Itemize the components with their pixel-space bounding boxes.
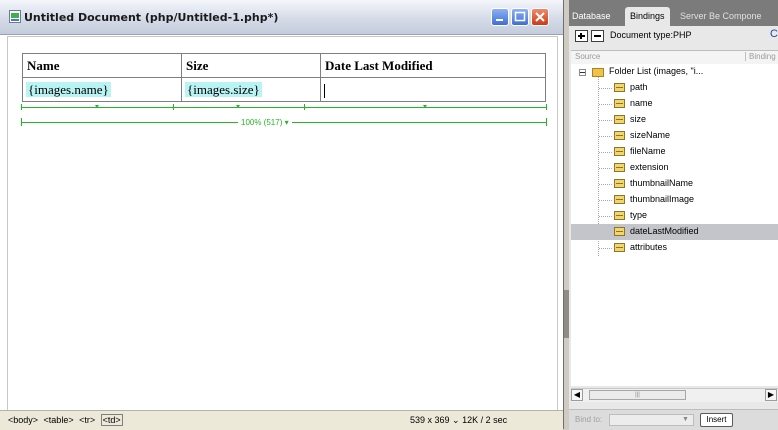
tree-item-thumbnailimage[interactable]: thumbnailImage xyxy=(571,192,778,208)
window-title: Untitled Document (php/Untitled-1.php*) xyxy=(24,11,279,24)
table-width-label[interactable]: 100% (517) ▾ xyxy=(238,118,292,127)
design-view[interactable]: Name Size Date Last Modified {images.nam… xyxy=(7,36,558,411)
tree-item-filename[interactable]: fileName xyxy=(571,144,778,160)
table-cell-active[interactable] xyxy=(320,77,546,102)
tree-item-name[interactable]: name xyxy=(571,96,778,112)
field-icon xyxy=(614,179,625,188)
chevron-down-icon[interactable]: ▼ xyxy=(682,416,689,423)
field-icon xyxy=(614,131,625,140)
plus-icon-vertical xyxy=(580,33,582,39)
field-icon xyxy=(614,163,625,172)
collapse-toggle-icon[interactable] xyxy=(579,69,586,76)
minimize-button[interactable] xyxy=(491,8,509,26)
title-bar[interactable]: Untitled Document (php/Untitled-1.php*) xyxy=(0,0,563,35)
tree-item-path[interactable]: path xyxy=(571,80,778,96)
scroll-thumb[interactable]: ||| xyxy=(589,390,686,400)
tab-bindings[interactable]: Bindings xyxy=(625,7,670,26)
document-type-label: Document type:PHP xyxy=(610,30,692,40)
column-header-size[interactable]: Size xyxy=(181,53,321,78)
scroll-left-icon[interactable]: ◀ xyxy=(571,389,583,401)
tree-item-thumbnailname[interactable]: thumbnailName xyxy=(571,176,778,192)
tag-tr[interactable]: <tr> xyxy=(79,415,95,425)
tree-item-label: extension xyxy=(630,162,669,172)
maximize-button[interactable] xyxy=(511,8,529,26)
column-source[interactable]: Source xyxy=(575,52,600,61)
tree-item-label: dateLastModified xyxy=(630,226,699,236)
tree-item-label: type xyxy=(630,210,648,220)
folder-icon xyxy=(592,68,604,77)
column-header: Source Binding xyxy=(571,50,778,65)
tag-td[interactable]: <td> xyxy=(100,414,123,426)
field-icon xyxy=(614,211,625,220)
tree-root-label: Folder List (images, "i... xyxy=(609,66,704,76)
document-window: Untitled Document (php/Untitled-1.php*) … xyxy=(0,0,564,430)
field-icon xyxy=(614,227,625,236)
tree-item-label: attributes xyxy=(630,242,668,252)
table-header-row: Name Size Date Last Modified xyxy=(22,53,546,78)
application-panel: Database Bindings Server Be Compone Docu… xyxy=(569,0,778,430)
panel-tab-strip: Database Bindings Server Be Compone xyxy=(569,0,778,26)
tree-item-type[interactable]: type xyxy=(571,208,778,224)
tree-item-attributes[interactable]: attributes xyxy=(571,240,778,256)
tree-item-size[interactable]: size xyxy=(571,112,778,128)
maximize-icon xyxy=(514,11,526,22)
tree-item-label: thumbnailName xyxy=(630,178,694,188)
text-caret xyxy=(324,83,325,98)
dynamic-text-images-name[interactable]: {images.name} xyxy=(26,81,111,97)
table-row: {images.name} {images.size} xyxy=(22,77,546,102)
tag-selector: <body> <table> <tr> <td> xyxy=(8,414,126,426)
tree-item-sizename[interactable]: sizeName xyxy=(571,128,778,144)
horizontal-scrollbar[interactable]: ◀ ||| ▶ xyxy=(571,388,778,402)
tab-server-behaviors[interactable]: Server Be Compone xyxy=(677,7,765,26)
close-button[interactable] xyxy=(531,8,549,26)
minimize-icon xyxy=(496,19,503,21)
tree-item-extension[interactable]: extension xyxy=(571,160,778,176)
tree-item-label: path xyxy=(630,82,648,92)
close-icon xyxy=(535,12,545,22)
dynamic-text-images-size[interactable]: {images.size} xyxy=(185,81,262,97)
bind-to-bar: Bind to: ▼ Insert xyxy=(569,409,778,430)
tree-item-label: sizeName xyxy=(630,130,671,140)
scroll-right-icon[interactable]: ▶ xyxy=(765,389,777,401)
bindings-tree[interactable]: Folder List (images, "i... path name siz… xyxy=(571,64,778,386)
refresh-icon[interactable]: C xyxy=(770,28,778,40)
tree-item-label: name xyxy=(630,98,653,108)
tab-databases[interactable]: Database xyxy=(569,7,614,26)
tree-item-label: fileName xyxy=(630,146,666,156)
field-icon xyxy=(614,243,625,252)
window-size-info[interactable]: 539 x 369 ⌄ 12K / 2 sec xyxy=(410,415,507,426)
field-icon xyxy=(614,147,625,156)
status-bar: <body> <table> <tr> <td> 539 x 369 ⌄ 12K… xyxy=(0,410,563,430)
field-icon xyxy=(614,99,625,108)
minus-icon xyxy=(594,35,601,37)
table-cell[interactable]: {images.name} xyxy=(22,77,182,102)
field-icon xyxy=(614,83,625,92)
tree-item-label: thumbnailImage xyxy=(630,194,695,204)
tag-body[interactable]: <body> xyxy=(8,415,38,425)
tree-root-row[interactable]: Folder List (images, "i... xyxy=(571,64,778,80)
column-header-name[interactable]: Name xyxy=(22,53,182,78)
document-table[interactable]: Name Size Date Last Modified {images.nam… xyxy=(22,53,546,102)
insert-button[interactable]: Insert xyxy=(700,413,733,427)
column-header-date[interactable]: Date Last Modified xyxy=(320,53,546,78)
tree-item-label: size xyxy=(630,114,647,124)
field-icon xyxy=(614,115,625,124)
bind-to-label: Bind to: xyxy=(575,415,603,424)
tree-item-datelastmodified[interactable]: dateLastModified xyxy=(571,224,778,240)
remove-binding-button[interactable] xyxy=(591,30,604,42)
add-binding-button[interactable] xyxy=(575,30,588,42)
document-icon xyxy=(9,10,21,23)
field-icon xyxy=(614,195,625,204)
column-binding[interactable]: Binding xyxy=(745,52,776,61)
table-cell[interactable]: {images.size} xyxy=(181,77,321,102)
tag-table[interactable]: <table> xyxy=(44,415,74,425)
